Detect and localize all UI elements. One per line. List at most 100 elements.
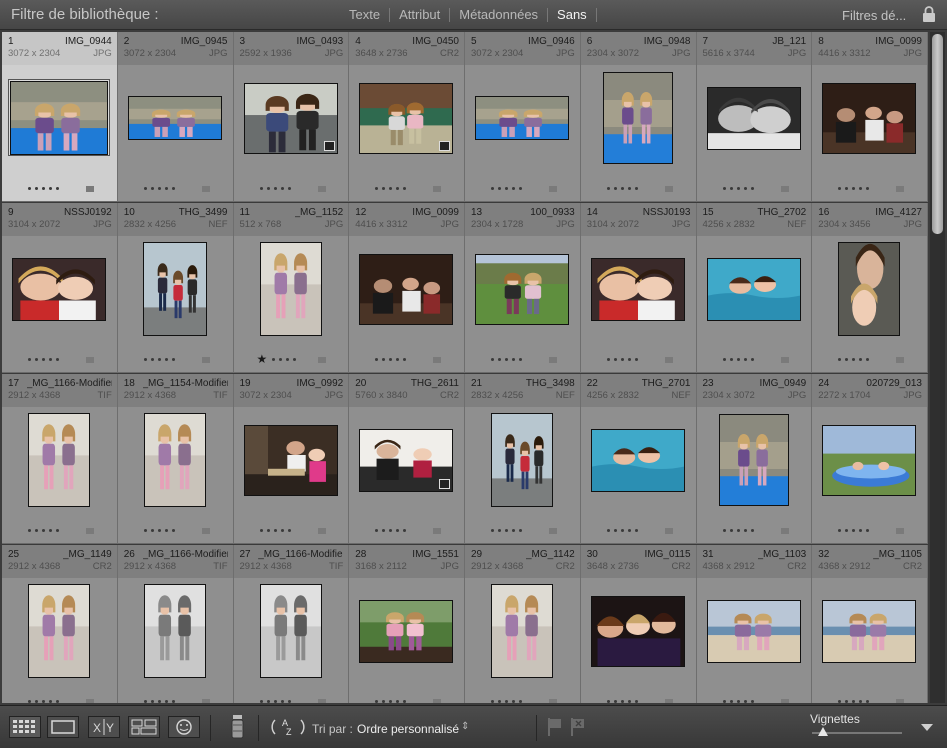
thumbnail-cell[interactable]: 12 IMG_0099 4416 x 3312 JPG [349, 203, 465, 373]
flag-badge-icon[interactable] [317, 357, 326, 363]
thumbnail-cell[interactable]: 11 _MG_1152 512 x 768 JPG ★ [233, 203, 350, 373]
thumbnail-cell[interactable]: 10 THG_3499 2832 x 4256 NEF [117, 203, 234, 373]
flag-badge-icon[interactable] [549, 528, 557, 534]
photo-thumbnail[interactable] [359, 600, 454, 663]
thumbnail-cell[interactable]: 23 IMG_0949 2304 x 3072 JPG [696, 374, 813, 544]
photo-thumbnail[interactable] [10, 81, 108, 155]
filter-option-text[interactable]: Texte [340, 7, 389, 22]
flag-icon[interactable] [547, 717, 563, 737]
rating-dots[interactable] [259, 529, 291, 532]
thumbnail-cell[interactable]: 27 _MG_1166-Modifier-3 2912 x 4368 TIF [233, 545, 350, 703]
rating-dots[interactable] [491, 358, 522, 361]
rating-dots[interactable] [491, 529, 522, 532]
thumbnail-cell[interactable]: 6 IMG_0948 2304 x 3072 JPG [580, 32, 697, 202]
photo-thumbnail[interactable] [143, 413, 206, 507]
rating-dots[interactable] [722, 529, 754, 532]
flag-badge-icon[interactable] [664, 186, 673, 192]
reject-flag-icon[interactable] [570, 717, 586, 737]
photo-thumbnail[interactable] [142, 242, 207, 336]
photo-thumbnail[interactable] [143, 584, 206, 678]
thumbnail-cell[interactable]: 21 THG_3498 2832 x 4256 NEF [465, 374, 581, 544]
filter-option-metadata[interactable]: Métadonnées [450, 7, 547, 22]
rating-dots[interactable] [28, 358, 59, 361]
flag-badge-icon[interactable] [780, 528, 789, 534]
flag-badge-icon[interactable] [201, 186, 210, 192]
photo-thumbnail[interactable] [491, 584, 553, 678]
thumbnail-cell[interactable]: 9 NSSJ0192 3104 x 2072 JPG [2, 203, 118, 373]
thumbnail-cell[interactable]: 30 IMG_0115 3648 x 2736 CR2 [580, 545, 697, 703]
thumbnail-cell[interactable]: 19 IMG_0992 3072 x 2304 JPG [233, 374, 350, 544]
thumbnail-cell[interactable]: 4 IMG_0450 3648 x 2736 CR2 [349, 32, 465, 202]
rating-dots[interactable] [606, 700, 638, 703]
flag-badge-icon[interactable] [780, 186, 789, 192]
rating-dots[interactable] [271, 358, 296, 361]
rating-dots[interactable] [838, 187, 870, 190]
flag-badge-icon[interactable] [549, 699, 557, 703]
photo-thumbnail[interactable] [590, 429, 685, 492]
rating-dots[interactable] [375, 358, 407, 361]
people-view-icon[interactable] [168, 716, 200, 738]
rating-dots[interactable] [28, 700, 59, 703]
thumbnail-cell[interactable]: 7 JB_121 5616 x 3744 JPG [696, 32, 813, 202]
photo-thumbnail[interactable] [718, 414, 789, 506]
flag-badge-icon[interactable] [780, 357, 789, 363]
photo-thumbnail[interactable] [12, 258, 106, 321]
flag-badge-icon[interactable] [433, 186, 442, 192]
rating-dots[interactable] [28, 529, 59, 532]
toolbar-menu-triangle-icon[interactable] [921, 724, 933, 731]
photo-thumbnail[interactable] [127, 96, 222, 140]
rating-dots[interactable] [491, 700, 522, 703]
flag-badge-icon[interactable] [86, 699, 94, 703]
rating-dots[interactable] [259, 187, 291, 190]
photo-thumbnail[interactable] [602, 72, 673, 164]
flag-badge-icon[interactable] [896, 528, 905, 534]
photo-thumbnail[interactable] [706, 87, 801, 150]
thumbnail-cell[interactable]: 32 _MG_1105 4368 x 2912 CR2 [812, 545, 928, 703]
rating-dots[interactable] [143, 358, 175, 361]
rating-dots[interactable] [722, 358, 754, 361]
thumbnail-cell[interactable]: 13 100_0933 2304 x 1728 JPG [465, 203, 581, 373]
flag-badge-icon[interactable] [201, 357, 210, 363]
photo-thumbnail[interactable] [706, 258, 801, 321]
thumbnail-cell[interactable]: 20 THG_2611 5760 x 3840 CR2 [349, 374, 465, 544]
thumbnail-cell[interactable]: 5 IMG_0946 3072 x 2304 JPG [465, 32, 581, 202]
rating-dots[interactable] [606, 187, 638, 190]
photo-thumbnail[interactable] [822, 425, 917, 496]
rating-dots[interactable] [375, 529, 407, 532]
thumbnail-cell[interactable]: 18 _MG_1154-Modifier 2912 x 4368 TIF [117, 374, 234, 544]
rating-dots[interactable] [491, 187, 522, 190]
photo-thumbnail[interactable] [822, 600, 917, 663]
flag-badge-icon[interactable] [433, 699, 442, 703]
flag-badge-icon[interactable] [664, 528, 673, 534]
sort-order-dropdown[interactable]: Ordre personnalisé [357, 722, 459, 736]
grid-view-icon[interactable] [9, 716, 41, 738]
thumbnail-cell[interactable]: 1 IMG_0944 3072 x 2304 JPG [2, 32, 118, 202]
thumbnail-cell[interactable]: 17 _MG_1166-Modifier-2 2912 x 4368 TIF [2, 374, 118, 544]
rating-dots[interactable] [143, 700, 175, 703]
spray-can-icon[interactable] [228, 713, 248, 741]
thumbnail-cell[interactable]: 26 _MG_1166-Modifier-4 2912 x 4368 TIF [117, 545, 234, 703]
photo-thumbnail[interactable] [706, 600, 801, 663]
rating-dots[interactable] [375, 700, 407, 703]
rating-dots[interactable] [259, 700, 291, 703]
badge-icon[interactable] [439, 141, 451, 151]
rating-dots[interactable] [143, 529, 175, 532]
filter-option-none[interactable]: Sans [548, 7, 596, 22]
rating-dots[interactable] [28, 187, 59, 190]
flag-badge-icon[interactable] [433, 357, 442, 363]
flag-badge-icon[interactable] [780, 699, 789, 703]
flag-badge-icon[interactable] [433, 528, 442, 534]
lock-icon[interactable] [922, 6, 936, 22]
loupe-view-icon[interactable] [47, 716, 79, 738]
filter-option-attribute[interactable]: Attribut [390, 7, 449, 22]
rating-dots[interactable] [838, 358, 870, 361]
photo-thumbnail[interactable] [491, 413, 553, 507]
thumbnail-cell[interactable]: 29 _MG_1142 2912 x 4368 CR2 [465, 545, 581, 703]
photo-thumbnail[interactable] [259, 242, 322, 336]
flag-badge-icon[interactable] [549, 186, 557, 192]
thumbnail-cell[interactable]: 31 _MG_1103 4368 x 2912 CR2 [696, 545, 813, 703]
badge-icon[interactable] [323, 141, 335, 151]
flag-badge-icon[interactable] [86, 528, 94, 534]
photo-thumbnail[interactable] [259, 584, 322, 678]
flag-badge-icon[interactable] [896, 186, 905, 192]
